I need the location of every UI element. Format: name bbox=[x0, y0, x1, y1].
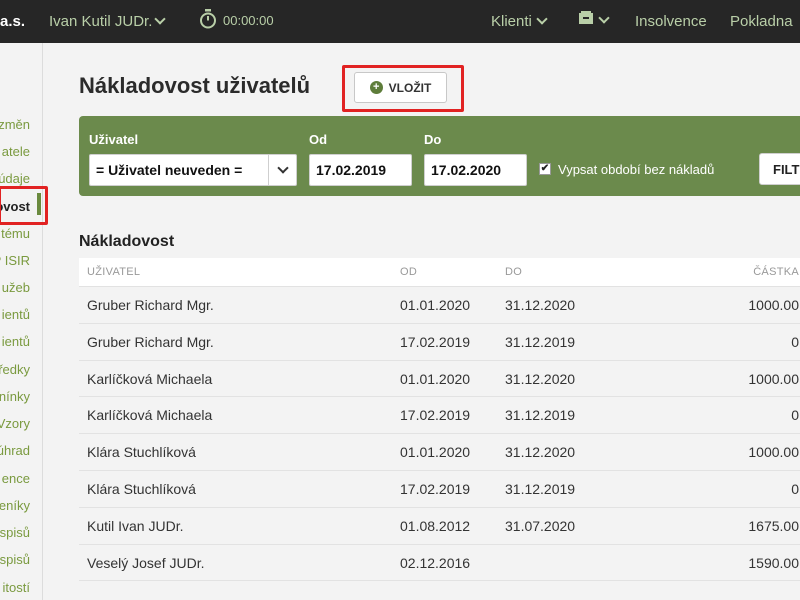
table-header: UŽIVATEL OD DO ČÁSTKA bbox=[79, 258, 800, 287]
cell-to: 31.12.2020 bbox=[505, 297, 576, 313]
table-row[interactable]: Karlíčková Michaela 17.02.2019 31.12.201… bbox=[79, 397, 800, 435]
cell-amount: 1675.00 bbox=[748, 517, 799, 534]
chevron-down-icon bbox=[536, 13, 548, 25]
cell-amount: 1000.00 bbox=[748, 297, 799, 313]
cell-to: 31.12.2019 bbox=[505, 407, 576, 424]
sidebar-item[interactable]: eníky bbox=[0, 498, 30, 513]
company-name: a.s. bbox=[0, 13, 26, 30]
nav-box-menu[interactable] bbox=[578, 11, 610, 29]
cell-user: Veselý Josef JUDr. bbox=[87, 554, 205, 571]
cell-from: 01.01.2020 bbox=[400, 297, 471, 313]
section-title: Nákladovost bbox=[79, 233, 175, 250]
cell-to: 31.12.2019 bbox=[505, 480, 576, 497]
cell-from: 17.02.2019 bbox=[400, 333, 471, 350]
highlight-box-sidebar bbox=[0, 186, 48, 225]
from-date-label: Od bbox=[309, 132, 328, 147]
sidebar-item[interactable]: P ISIR bbox=[0, 253, 30, 268]
sidebar-item[interactable]: spisů bbox=[0, 525, 30, 540]
user-select[interactable]: = Uživatel neuveden = bbox=[89, 154, 297, 186]
filter-button[interactable]: FILT bbox=[759, 153, 800, 185]
table-row[interactable]: Kutil Ivan JUDr. 01.08.2012 31.07.2020 1… bbox=[79, 507, 800, 545]
column-header-to[interactable]: DO bbox=[505, 266, 522, 278]
table-row[interactable]: Gruber Richard Mgr. 17.02.2019 31.12.201… bbox=[79, 323, 800, 361]
to-date-input[interactable]: 17.02.2020 bbox=[424, 154, 527, 186]
sidebar-item[interactable]: ředky bbox=[0, 362, 30, 377]
cell-amount: 1590.00 bbox=[748, 554, 799, 571]
nav-insolvence[interactable]: Insolvence bbox=[635, 13, 707, 30]
sidebar-item[interactable]: údaje bbox=[0, 171, 30, 186]
cell-to: 31.12.2019 bbox=[505, 333, 576, 350]
empty-periods-checkbox[interactable]: ✔ bbox=[539, 163, 551, 175]
nav-clients-label: Klienti bbox=[491, 13, 532, 30]
table-row[interactable]: Klára Stuchlíková 17.02.2019 31.12.2019 … bbox=[79, 470, 800, 508]
sidebar-item[interactable]: ientů bbox=[2, 307, 30, 322]
cell-user: Karlíčková Michaela bbox=[87, 407, 213, 424]
table-row[interactable]: Veselý Josef JUDr. 02.12.2016 1590.00 bbox=[79, 544, 800, 582]
cell-user: Gruber Richard Mgr. bbox=[87, 333, 214, 350]
cell-amount: 0 bbox=[791, 407, 799, 424]
sidebar-item[interactable]: úhrad bbox=[0, 443, 30, 458]
column-header-user[interactable]: UŽIVATEL bbox=[87, 266, 140, 278]
nav-pokladna[interactable]: Pokladna bbox=[730, 13, 793, 30]
cell-user: Karlíčková Michaela bbox=[87, 370, 213, 387]
box-icon bbox=[579, 11, 593, 24]
sidebar-item[interactable]: nínky bbox=[0, 389, 30, 404]
user-select-value: = Uživatel neuveden = bbox=[96, 162, 243, 178]
cell-to: 31.12.2020 bbox=[505, 444, 576, 461]
sidebar-item[interactable]: tému bbox=[1, 226, 30, 241]
table-row[interactable]: Karlíčková Michaela 01.01.2020 31.12.202… bbox=[79, 360, 800, 398]
cell-from: 02.12.2016 bbox=[400, 554, 471, 571]
user-menu[interactable]: Ivan Kutil JUDr. bbox=[49, 13, 167, 30]
cell-from: 17.02.2019 bbox=[400, 407, 471, 424]
cell-to: 31.12.2020 bbox=[505, 370, 576, 387]
sidebar-item[interactable]: užeb bbox=[2, 280, 30, 295]
sidebar-item[interactable]: itostí bbox=[3, 580, 30, 595]
cell-user: Kutil Ivan JUDr. bbox=[87, 517, 184, 534]
cell-amount: 0 bbox=[791, 333, 799, 350]
chevron-down-icon bbox=[598, 12, 610, 24]
table-row[interactable]: Gruber Richard Mgr. 01.01.2020 31.12.202… bbox=[79, 287, 800, 324]
cell-to: 31.07.2020 bbox=[505, 517, 576, 534]
nav-clients[interactable]: Klienti bbox=[491, 13, 548, 30]
column-header-from[interactable]: OD bbox=[400, 266, 417, 278]
sidebar-item[interactable]: ence bbox=[2, 471, 30, 486]
chevron-down-icon bbox=[154, 13, 167, 25]
cell-user: Gruber Richard Mgr. bbox=[87, 297, 214, 313]
cell-from: 01.08.2012 bbox=[400, 517, 471, 534]
user-filter-label: Uživatel bbox=[89, 132, 139, 147]
filter-panel: Uživatel = Uživatel neuveden = Od 17.02.… bbox=[79, 116, 800, 196]
costs-table: UŽIVATEL OD DO ČÁSTKA Gruber Richard Mgr… bbox=[79, 258, 800, 582]
to-date-label: Do bbox=[424, 132, 442, 147]
cell-from: 17.02.2019 bbox=[400, 480, 471, 497]
plus-circle-icon: + bbox=[369, 81, 383, 94]
cell-amount: 0 bbox=[791, 480, 799, 497]
sidebar-item[interactable]: změn bbox=[0, 117, 30, 132]
sidebar-item[interactable]: Vzory bbox=[0, 416, 30, 431]
page-title: Nákladovost uživatelů bbox=[79, 73, 311, 98]
cell-from: 01.01.2020 bbox=[400, 370, 471, 387]
column-header-amount[interactable]: ČÁSTKA bbox=[753, 266, 799, 278]
chevron-down-icon bbox=[276, 162, 289, 174]
stopwatch-icon bbox=[200, 9, 216, 29]
sidebar: změn atele údaje ovost tému P ISIR užeb … bbox=[0, 43, 43, 600]
cell-from: 01.01.2020 bbox=[400, 444, 471, 461]
cell-amount: 1000.00 bbox=[748, 444, 799, 461]
sidebar-item[interactable]: ientů bbox=[2, 334, 30, 349]
cell-user: Klára Stuchlíková bbox=[87, 444, 196, 461]
insert-button[interactable]: + VLOŽIT bbox=[354, 72, 447, 103]
user-name: Ivan Kutil JUDr. bbox=[49, 13, 153, 30]
cell-amount: 1000.00 bbox=[748, 370, 799, 387]
empty-periods-label[interactable]: Vypsat období bez nákladů bbox=[558, 162, 714, 177]
from-date-input[interactable]: 17.02.2019 bbox=[309, 154, 412, 186]
sidebar-item[interactable]: atele bbox=[2, 144, 30, 159]
table-row[interactable]: Klára Stuchlíková 01.01.2020 31.12.2020 … bbox=[79, 434, 800, 471]
select-arrow bbox=[268, 155, 296, 185]
insert-button-label: VLOŽIT bbox=[388, 80, 432, 95]
timer-value: 00:00:00 bbox=[223, 13, 274, 28]
timer[interactable]: 00:00:00 bbox=[199, 9, 274, 29]
sidebar-item[interactable]: spisů bbox=[0, 552, 30, 567]
cell-user: Klára Stuchlíková bbox=[87, 480, 196, 497]
top-navigation-bar: a.s. Ivan Kutil JUDr. 00:00:00 Klienti I… bbox=[0, 0, 800, 43]
